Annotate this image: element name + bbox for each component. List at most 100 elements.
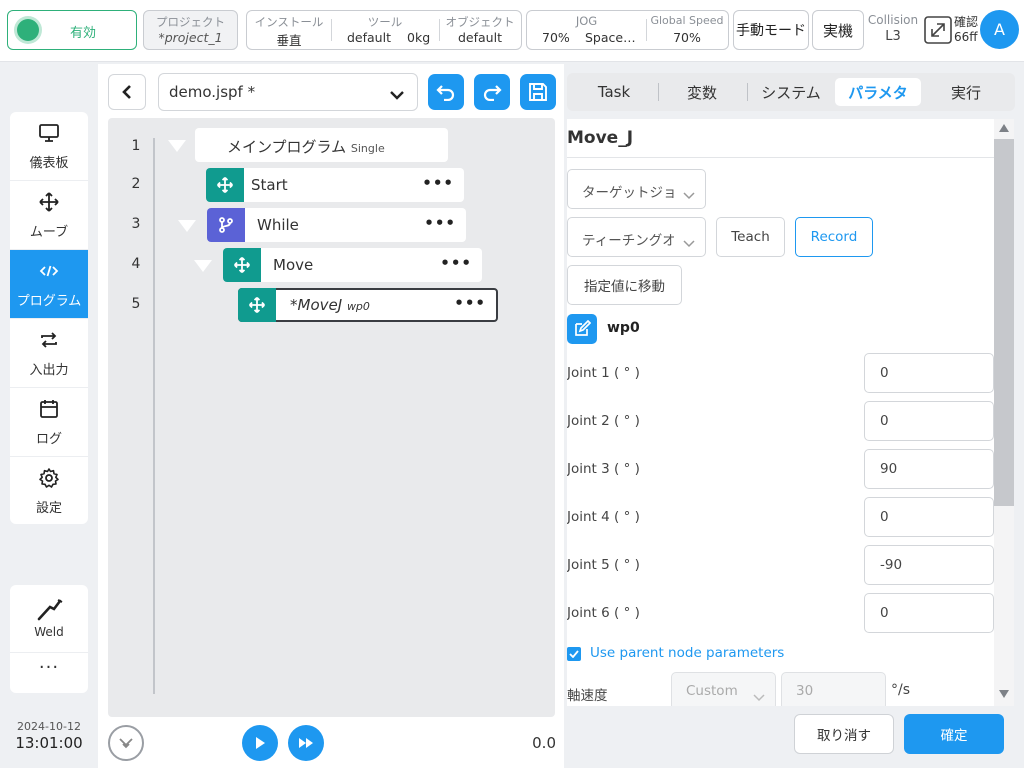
use-parent-checkbox[interactable] [567, 647, 581, 661]
project-label: プロジェクト [156, 15, 225, 29]
manual-mode-button[interactable]: 手動モード [733, 10, 809, 50]
scroll-up-arrow-icon[interactable] [999, 124, 1009, 132]
fast-forward-icon [299, 738, 313, 748]
record-button[interactable]: Record [795, 217, 873, 257]
tool-value: default [347, 30, 391, 45]
step-forward-button[interactable] [288, 725, 324, 761]
project-value: *project_1 [158, 30, 223, 45]
collapse-toggle[interactable] [178, 220, 196, 232]
tree-guide-line [153, 138, 155, 694]
install-value: 垂直 [276, 33, 302, 48]
install-segment[interactable]: インストール 垂直 [247, 11, 331, 49]
tree-node-main-program[interactable]: メインプログラム Single [195, 128, 448, 162]
save-button[interactable] [520, 74, 556, 110]
back-button[interactable] [108, 74, 146, 110]
target-select-value: ターゲットジョ [582, 185, 674, 201]
chevron-down-icon [753, 687, 765, 706]
jog-segment[interactable]: JOG 70% Space… [527, 11, 646, 49]
jog-label: JOG [575, 14, 598, 28]
expand-icon[interactable] [924, 16, 952, 44]
tool-label: ツール [367, 15, 403, 29]
joint-3-label: Joint 3 ( ° ) [567, 461, 640, 477]
joint-1-input[interactable]: 0 [864, 353, 994, 393]
more-button[interactable]: ··· [10, 653, 88, 693]
save-icon [529, 83, 547, 101]
collapse-toggle[interactable] [168, 140, 186, 152]
install-label: インストール [254, 15, 324, 29]
joint-5-input[interactable]: -90 [864, 545, 994, 585]
nav-item-program[interactable]: プログラム [10, 250, 88, 319]
clock-date: 2024-10-12 [17, 720, 81, 733]
collapse-toggle[interactable] [194, 260, 212, 272]
node-menu-button[interactable]: ••• [454, 294, 486, 312]
swap-icon [38, 329, 60, 351]
tab-task[interactable]: Task [571, 78, 657, 106]
confirm-label: 確認 [954, 15, 979, 29]
tree-node-while[interactable]: While ••• [207, 208, 466, 242]
real-machine-button[interactable]: 実機 [812, 10, 864, 50]
enable-toggle[interactable]: 有効 [7, 10, 137, 50]
joint-3-input[interactable]: 90 [864, 449, 994, 489]
use-parent-label[interactable]: Use parent node parameters [590, 645, 784, 661]
node-menu-button[interactable]: ••• [422, 174, 454, 192]
main-navigation: 儀表板 ムーブ プログラム 入出力 ログ 設定 [10, 112, 88, 524]
tab-execution[interactable]: 実行 [923, 78, 1009, 106]
redo-button[interactable] [474, 74, 510, 110]
system-clock: 2024-10-12 13:01:00 [8, 720, 90, 752]
tree-node-start[interactable]: Start ••• [206, 168, 464, 202]
move-to-button[interactable]: 指定値に移動 [567, 265, 682, 305]
nav-item-move[interactable]: ムーブ [10, 181, 88, 250]
node-menu-button[interactable]: ••• [440, 254, 472, 272]
nav-item-weld[interactable]: Weld [10, 585, 88, 653]
nav-label-dashboard: 儀表板 [29, 156, 69, 171]
joint-4-input[interactable]: 0 [864, 497, 994, 537]
nav-item-dashboard[interactable]: 儀表板 [10, 112, 88, 181]
tree-node-movej[interactable]: *MoveJ wp0 ••• [238, 288, 498, 322]
tool-segment[interactable]: ツール default 0kg [331, 11, 439, 49]
tab-parameters[interactable]: パラメタ [835, 78, 921, 106]
install-tool-object-panel[interactable]: インストール 垂直 ツール default 0kg オブジェクト default [246, 10, 522, 50]
scroll-down-arrow-icon[interactable] [999, 690, 1009, 698]
calendar-icon [38, 398, 60, 420]
node-label: *MoveJ wp0 [290, 296, 370, 314]
undo-button[interactable] [428, 74, 464, 110]
nav-item-log[interactable]: ログ [10, 388, 88, 457]
confirm-button[interactable]: 確定 [904, 714, 1004, 754]
cancel-button[interactable]: 取り消す [794, 714, 894, 754]
joint-5-label: Joint 5 ( ° ) [567, 557, 640, 573]
chevron-down-icon [119, 738, 133, 749]
file-select[interactable]: demo.jspf * [158, 73, 418, 111]
avatar[interactable]: A [980, 10, 1019, 49]
nav-item-settings[interactable]: 設定 [10, 457, 88, 524]
node-menu-button[interactable]: ••• [424, 214, 456, 232]
jog-speed-panel[interactable]: JOG 70% Space… Global Speed 70% [526, 10, 729, 50]
collision-label: Collision [867, 13, 919, 27]
line-number: 5 [131, 296, 141, 312]
tree-node-move[interactable]: Move ••• [223, 248, 482, 282]
teach-button[interactable]: Teach [716, 217, 785, 257]
project-selector[interactable]: プロジェクト *project_1 [143, 10, 238, 50]
target-select[interactable]: ターゲットジョ [567, 169, 706, 209]
edit-waypoint-button[interactable] [567, 314, 597, 344]
scrollbar-thumb[interactable] [994, 139, 1014, 506]
run-controls: 0.0 [98, 721, 564, 768]
parameter-panel: Move_J ターゲットジョ ティーチングオ Teach Record 指定値に… [567, 119, 1014, 706]
global-speed-label: Global Speed [650, 14, 724, 27]
play-button[interactable] [242, 725, 278, 761]
object-segment[interactable]: オブジェクト default [439, 11, 521, 49]
teaching-select[interactable]: ティーチングオ [567, 217, 706, 257]
tab-variables[interactable]: 変数 [659, 78, 745, 106]
joint-1-label: Joint 1 ( ° ) [567, 365, 640, 381]
panel-scrollbar[interactable] [994, 119, 1014, 706]
global-speed-segment[interactable]: Global Speed 70% [646, 11, 728, 49]
axis-speed-label: 軸速度 [567, 688, 608, 704]
jog-space: Space… [585, 30, 636, 45]
collision-value: L3 [885, 29, 901, 44]
scroll-down-button[interactable] [108, 725, 144, 761]
joint-6-input[interactable]: 0 [864, 593, 994, 633]
nav-label-weld: Weld [34, 625, 64, 639]
joint-2-input[interactable]: 0 [864, 401, 994, 441]
tab-system[interactable]: システム [748, 78, 834, 106]
nav-item-io[interactable]: 入出力 [10, 319, 88, 388]
nav-label-settings: 設定 [35, 501, 62, 516]
